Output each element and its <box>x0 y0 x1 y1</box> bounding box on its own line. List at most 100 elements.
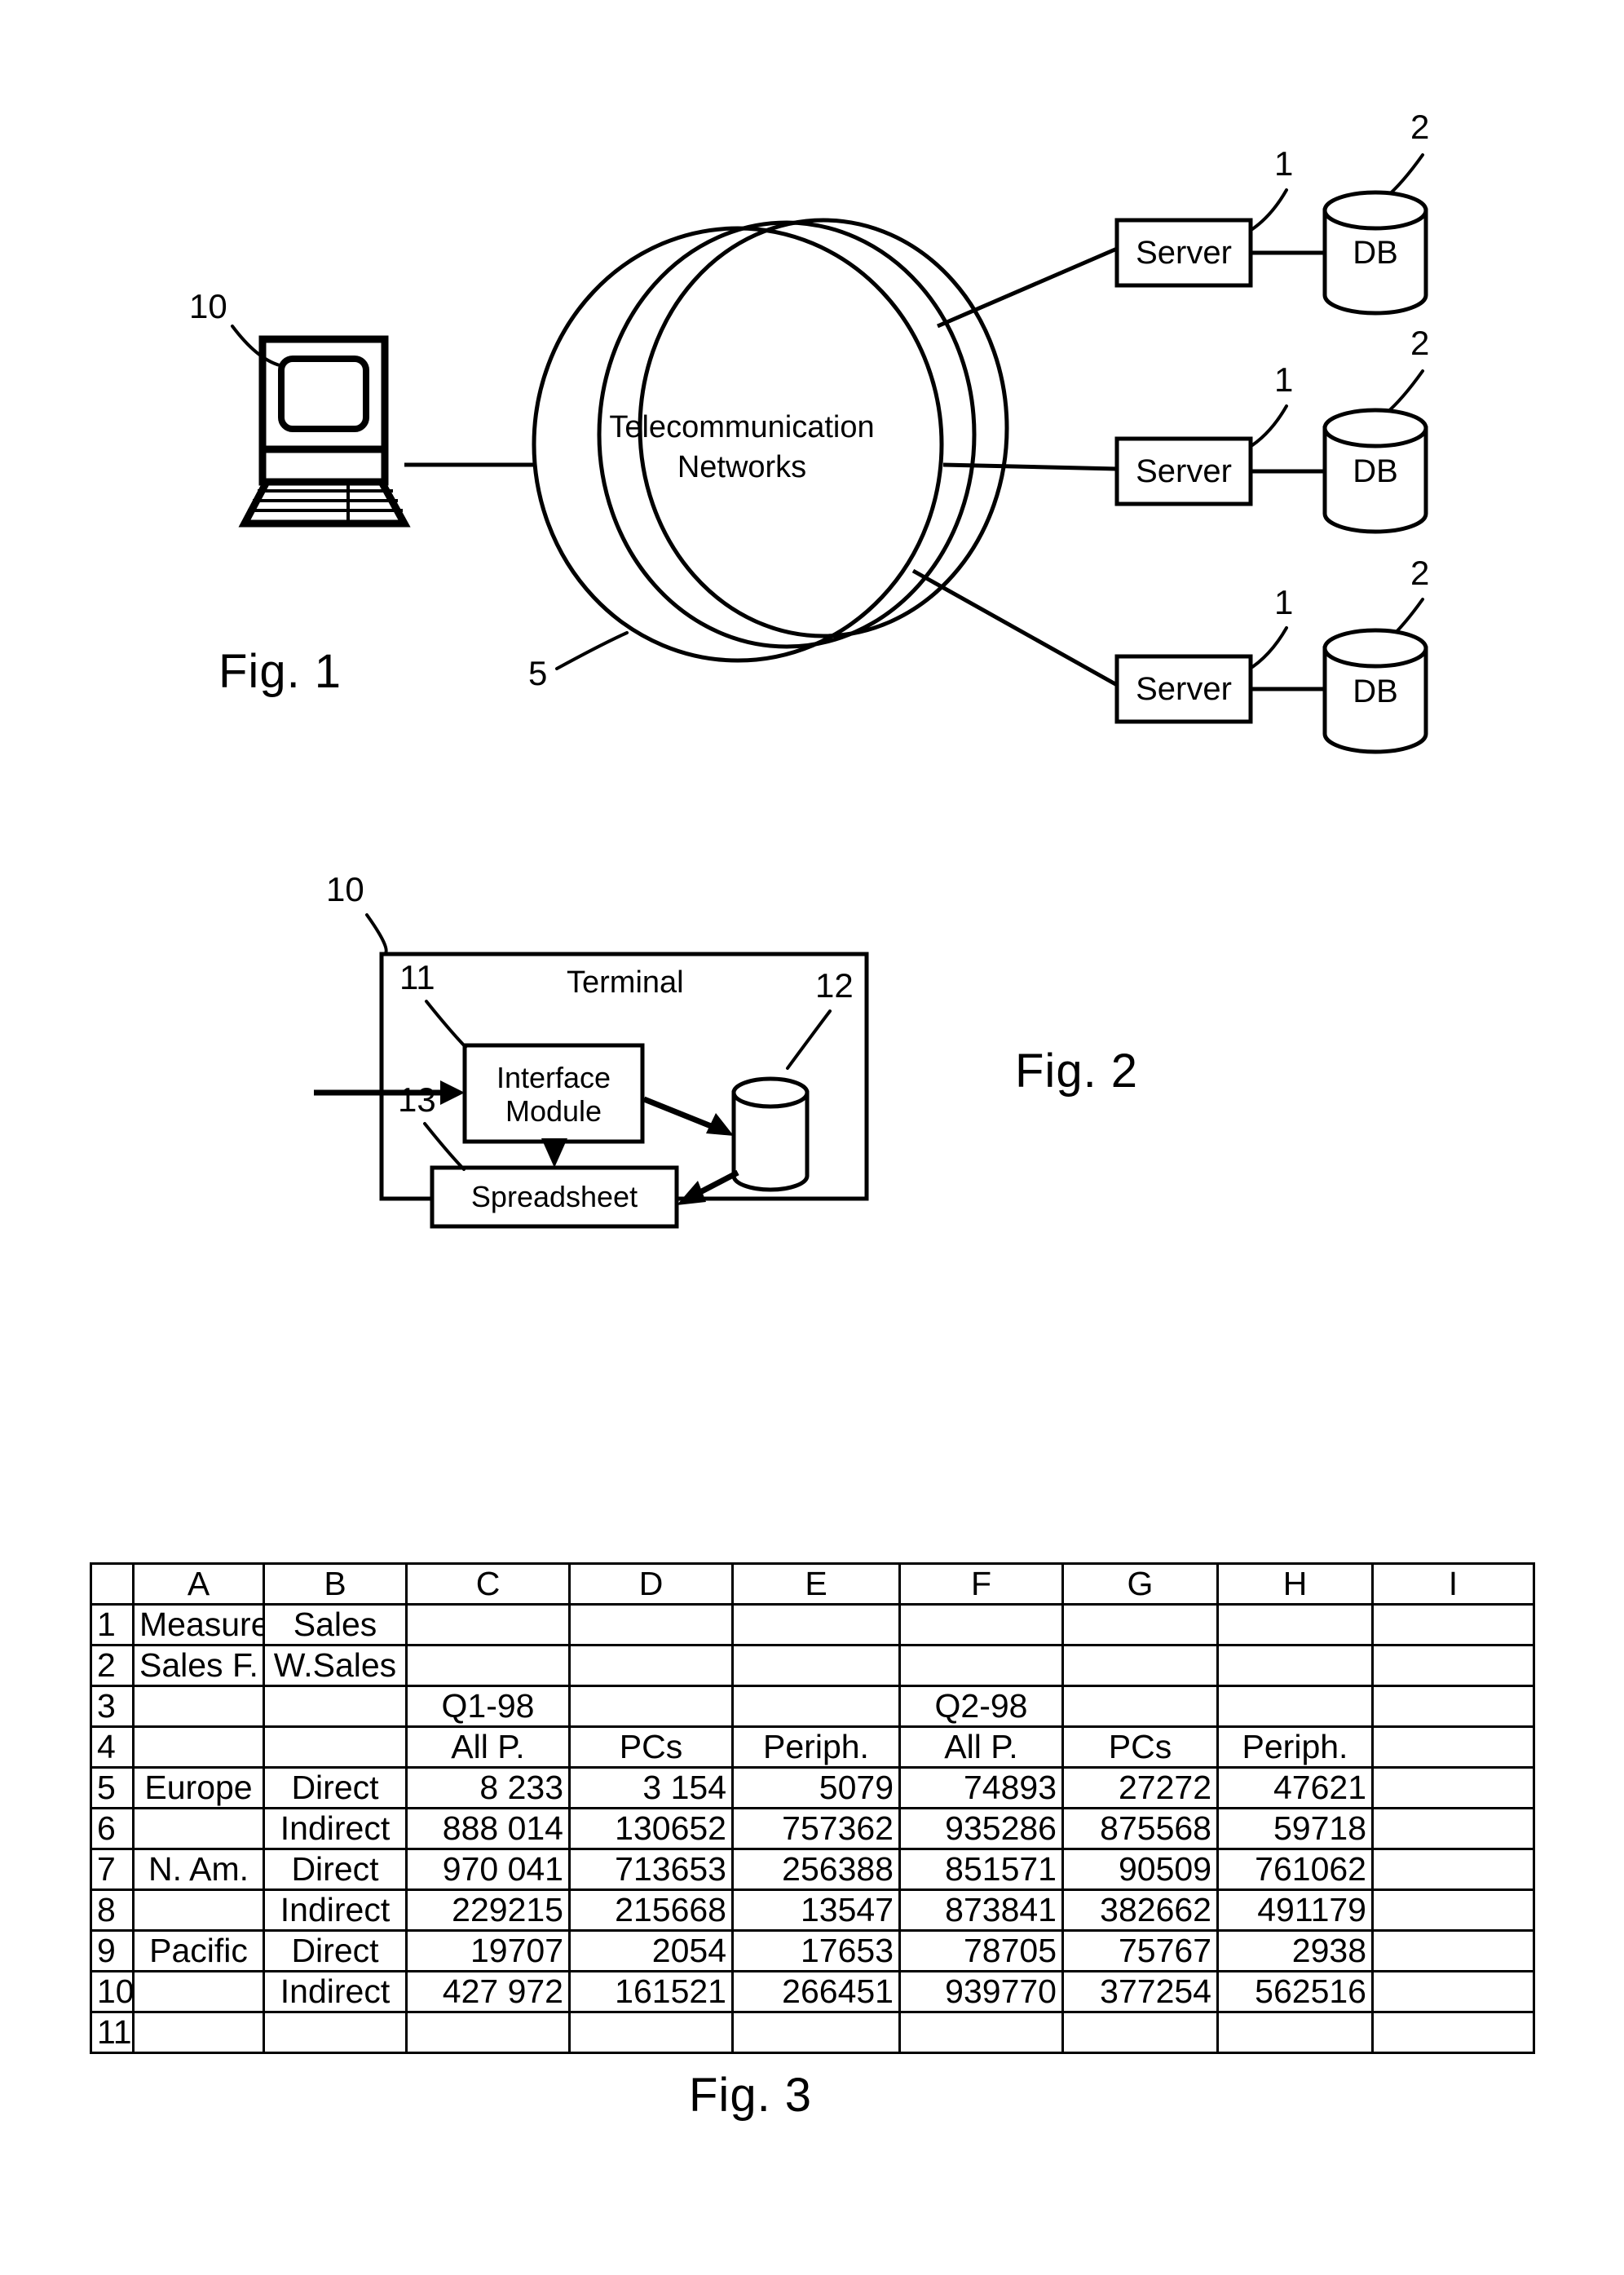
cell-B3[interactable] <box>263 1685 408 1728</box>
cell-I9[interactable] <box>1371 1929 1535 1972</box>
cell-B9[interactable]: Direct <box>263 1929 408 1972</box>
cell-G2[interactable] <box>1061 1644 1219 1687</box>
cell-E1[interactable] <box>731 1603 901 1646</box>
column-header-c[interactable]: C <box>405 1562 571 1606</box>
cell-I6[interactable] <box>1371 1807 1535 1850</box>
cell-A10[interactable] <box>132 1970 265 2013</box>
cell-G9[interactable]: 75767 <box>1061 1929 1219 1972</box>
cell-A2[interactable]: Sales F. <box>132 1644 265 1687</box>
row-header-7[interactable]: 7 <box>90 1848 135 1891</box>
cell-A4[interactable] <box>132 1725 265 1769</box>
cell-C10[interactable]: 427 972 <box>405 1970 571 2013</box>
cell-B4[interactable] <box>263 1725 408 1769</box>
cell-H2[interactable] <box>1216 1644 1374 1687</box>
cell-A3[interactable] <box>132 1685 265 1728</box>
cell-H5[interactable]: 47621 <box>1216 1766 1374 1809</box>
cell-F4[interactable]: All P. <box>898 1725 1064 1769</box>
cell-E10[interactable]: 266451 <box>731 1970 901 2013</box>
cell-D8[interactable]: 215668 <box>568 1888 734 1932</box>
cell-C6[interactable]: 888 014 <box>405 1807 571 1850</box>
cell-F5[interactable]: 74893 <box>898 1766 1064 1809</box>
cell-I5[interactable] <box>1371 1766 1535 1809</box>
row-header-8[interactable]: 8 <box>90 1888 135 1932</box>
cell-G1[interactable] <box>1061 1603 1219 1646</box>
cell-C8[interactable]: 229215 <box>405 1888 571 1932</box>
cell-I10[interactable] <box>1371 1970 1535 2013</box>
row-header-9[interactable]: 9 <box>90 1929 135 1972</box>
cell-I3[interactable] <box>1371 1685 1535 1728</box>
cell-E4[interactable]: Periph. <box>731 1725 901 1769</box>
cell-C9[interactable]: 19707 <box>405 1929 571 1972</box>
cell-H11[interactable] <box>1216 2011 1374 2054</box>
column-header-a[interactable]: A <box>132 1562 265 1606</box>
cell-G11[interactable] <box>1061 2011 1219 2054</box>
cell-B5[interactable]: Direct <box>263 1766 408 1809</box>
column-header-f[interactable]: F <box>898 1562 1064 1606</box>
row-header-5[interactable]: 5 <box>90 1766 135 1809</box>
cell-G10[interactable]: 377254 <box>1061 1970 1219 2013</box>
cell-E11[interactable] <box>731 2011 901 2054</box>
column-header-i[interactable]: I <box>1371 1562 1535 1606</box>
cell-E9[interactable]: 17653 <box>731 1929 901 1972</box>
column-header-e[interactable]: E <box>731 1562 901 1606</box>
cell-D5[interactable]: 3 154 <box>568 1766 734 1809</box>
cell-H9[interactable]: 2938 <box>1216 1929 1374 1972</box>
cell-B10[interactable]: Indirect <box>263 1970 408 2013</box>
cell-F7[interactable]: 851571 <box>898 1848 1064 1891</box>
cell-B1[interactable]: Sales <box>263 1603 408 1646</box>
cell-D11[interactable] <box>568 2011 734 2054</box>
cell-G5[interactable]: 27272 <box>1061 1766 1219 1809</box>
cell-A5[interactable]: Europe <box>132 1766 265 1809</box>
cell-D2[interactable] <box>568 1644 734 1687</box>
cell-I2[interactable] <box>1371 1644 1535 1687</box>
cell-B6[interactable]: Indirect <box>263 1807 408 1850</box>
cell-E2[interactable] <box>731 1644 901 1687</box>
cell-F3[interactable]: Q2-98 <box>898 1685 1064 1728</box>
cell-E8[interactable]: 13547 <box>731 1888 901 1932</box>
cell-I11[interactable] <box>1371 2011 1535 2054</box>
cell-G8[interactable]: 382662 <box>1061 1888 1219 1932</box>
cell-B8[interactable]: Indirect <box>263 1888 408 1932</box>
cell-H6[interactable]: 59718 <box>1216 1807 1374 1850</box>
cell-A9[interactable]: Pacific <box>132 1929 265 1972</box>
cell-D7[interactable]: 713653 <box>568 1848 734 1891</box>
cell-H4[interactable]: Periph. <box>1216 1725 1374 1769</box>
cell-F11[interactable] <box>898 2011 1064 2054</box>
cell-A1[interactable]: Measure <box>132 1603 265 1646</box>
cell-G7[interactable]: 90509 <box>1061 1848 1219 1891</box>
cell-C1[interactable] <box>405 1603 571 1646</box>
cell-F9[interactable]: 78705 <box>898 1929 1064 1972</box>
column-header-b[interactable]: B <box>263 1562 408 1606</box>
cell-G3[interactable] <box>1061 1685 1219 1728</box>
row-header-1[interactable]: 1 <box>90 1603 135 1646</box>
row-header-10[interactable]: 10 <box>90 1970 135 2013</box>
cell-D10[interactable]: 161521 <box>568 1970 734 2013</box>
row-header-3[interactable]: 3 <box>90 1685 135 1728</box>
row-header-2[interactable]: 2 <box>90 1644 135 1687</box>
cell-I1[interactable] <box>1371 1603 1535 1646</box>
cell-C2[interactable] <box>405 1644 571 1687</box>
cell-F6[interactable]: 935286 <box>898 1807 1064 1850</box>
column-header-h[interactable]: H <box>1216 1562 1374 1606</box>
cell-D1[interactable] <box>568 1603 734 1646</box>
cell-I7[interactable] <box>1371 1848 1535 1891</box>
cell-F1[interactable] <box>898 1603 1064 1646</box>
cell-B11[interactable] <box>263 2011 408 2054</box>
cell-A11[interactable] <box>132 2011 265 2054</box>
cell-H3[interactable] <box>1216 1685 1374 1728</box>
cell-H8[interactable]: 491179 <box>1216 1888 1374 1932</box>
cell-A6[interactable] <box>132 1807 265 1850</box>
cell-A7[interactable]: N. Am. <box>132 1848 265 1891</box>
cell-A8[interactable] <box>132 1888 265 1932</box>
cell-I4[interactable] <box>1371 1725 1535 1769</box>
cell-H1[interactable] <box>1216 1603 1374 1646</box>
cell-D4[interactable]: PCs <box>568 1725 734 1769</box>
cell-G4[interactable]: PCs <box>1061 1725 1219 1769</box>
cell-E5[interactable]: 5079 <box>731 1766 901 1809</box>
cell-F2[interactable] <box>898 1644 1064 1687</box>
cell-C3[interactable]: Q1-98 <box>405 1685 571 1728</box>
row-header-11[interactable]: 11 <box>90 2011 135 2054</box>
column-header-g[interactable]: G <box>1061 1562 1219 1606</box>
cell-E6[interactable]: 757362 <box>731 1807 901 1850</box>
cell-C11[interactable] <box>405 2011 571 2054</box>
